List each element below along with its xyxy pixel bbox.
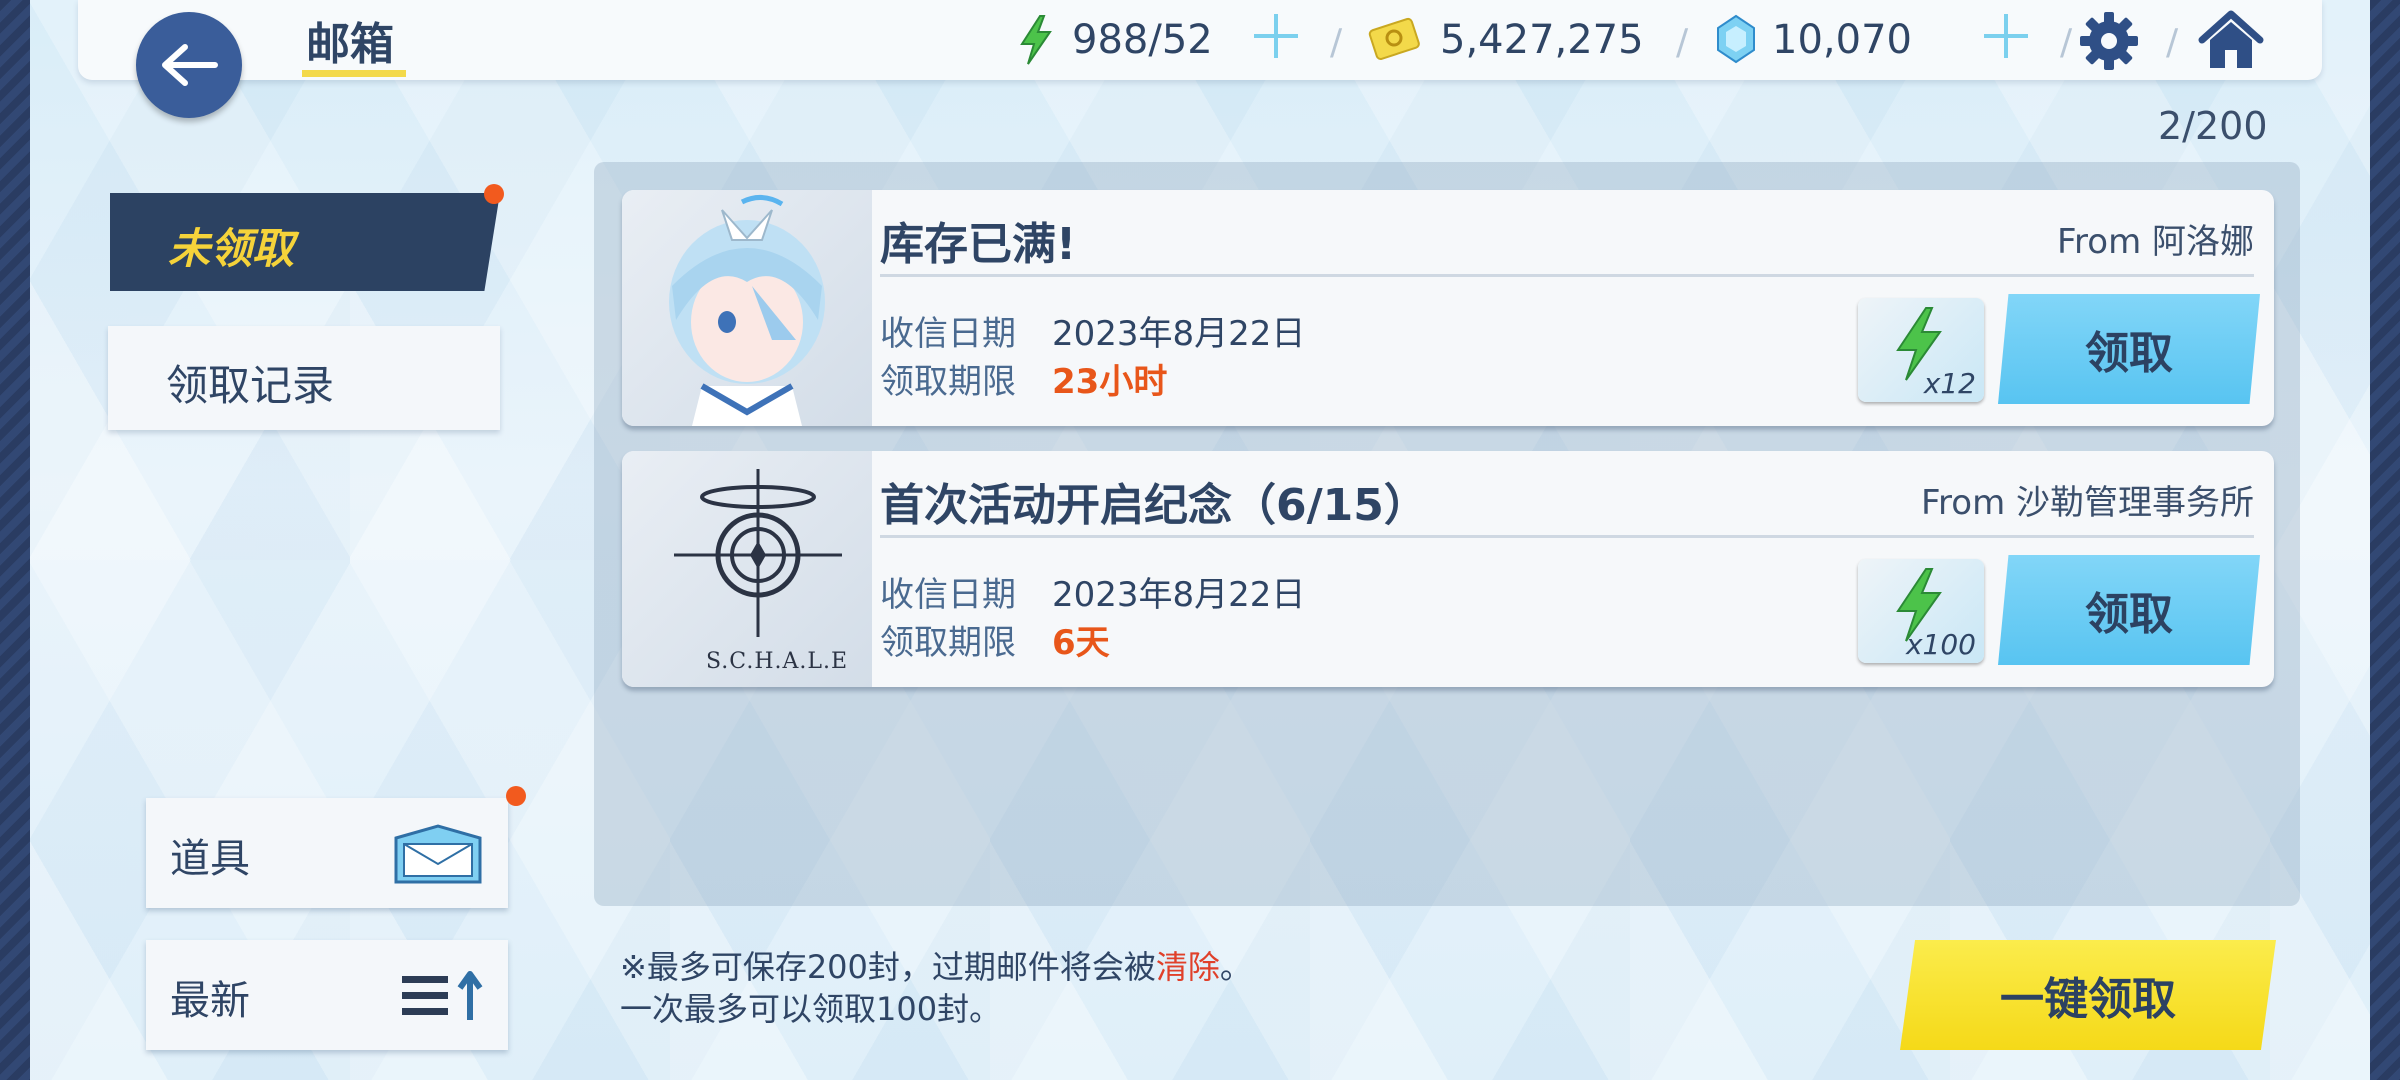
sender-avatar (622, 190, 872, 426)
mail-subject: 库存已满! (880, 219, 1077, 270)
add-energy-button[interactable] (1250, 10, 1302, 62)
mailbox-screen: 邮箱 988/52 / 5,427,275 / 10,070 / / 2/200… (30, 0, 2370, 1080)
claim-button[interactable]: 领取 (1998, 294, 2260, 404)
deadline-label: 领取期限 (880, 362, 1016, 402)
divider (880, 535, 2254, 538)
mail-sender: From 沙勒管理事务所 (1920, 483, 2254, 523)
reward-item[interactable]: x100 (1858, 559, 1984, 663)
received-date-label: 收信日期 (880, 575, 1016, 615)
note-line1-end: 。 (1219, 948, 1252, 986)
home-icon[interactable] (2198, 10, 2264, 70)
gems-value: 10,070 (1772, 17, 1912, 63)
mail-item[interactable]: 库存已满! From 阿洛娜 收信日期 2023年8月22日 领取期限 23小时… (622, 190, 2274, 426)
tab-unclaimed-label: 未领取 (168, 224, 295, 273)
deadline-label: 领取期限 (880, 623, 1016, 663)
divider: / (1330, 22, 1343, 63)
credits-value: 5,427,275 (1440, 17, 1644, 63)
mail-item[interactable]: S.C.H.A.L.E 首次活动开启纪念（6/15） From 沙勒管理事务所 … (622, 451, 2274, 687)
sender-avatar: S.C.H.A.L.E (622, 451, 872, 687)
credits-icon (1368, 17, 1420, 60)
energy-icon (1020, 15, 1052, 65)
sort-label: 最新 (170, 978, 250, 1024)
title-underline (302, 70, 406, 77)
back-arrow-icon (162, 44, 218, 86)
sort-button[interactable]: 最新 (146, 940, 508, 1050)
schale-logo-text: S.C.H.A.L.E (706, 649, 849, 674)
received-date-label: 收信日期 (880, 314, 1016, 354)
tab-claim-history[interactable]: 领取记录 (108, 326, 500, 430)
notification-dot (484, 184, 504, 204)
note-highlight: 清除 (1155, 948, 1220, 986)
received-date: 2023年8月22日 (1052, 314, 1306, 354)
claim-all-button[interactable]: 一键领取 (1900, 940, 2276, 1050)
mail-limit-note: ※最多可保存200封，过期邮件将会被清除。 一次最多可以领取100封。 (620, 946, 1252, 1030)
claim-button[interactable]: 领取 (1998, 555, 2260, 665)
notification-dot (506, 786, 526, 806)
divider: / (2060, 22, 2073, 63)
right-border (2370, 0, 2400, 1080)
mail-count: 2/200 (2158, 104, 2268, 148)
gem-icon (1717, 14, 1755, 64)
back-button[interactable] (136, 12, 242, 118)
items-button[interactable]: 道具 (146, 798, 508, 908)
items-label: 道具 (170, 836, 250, 882)
page-title: 邮箱 (306, 19, 394, 70)
deadline-value: 23小时 (1052, 362, 1168, 402)
divider (880, 274, 2254, 277)
add-gems-button[interactable] (1980, 10, 2032, 62)
left-border (0, 0, 30, 1080)
divider: / (2166, 22, 2179, 63)
reward-item[interactable]: x12 (1858, 298, 1984, 402)
reward-quantity: x100 (1905, 628, 1976, 661)
note-line1: ※最多可保存200封，过期邮件将会被 (620, 948, 1156, 986)
reward-quantity: x12 (1923, 367, 1976, 400)
sort-ascending-icon (402, 971, 483, 1020)
deadline-value: 6天 (1052, 623, 1110, 663)
arona-portrait-icon (669, 195, 825, 426)
mail-sender: From 阿洛娜 (2056, 222, 2254, 262)
tab-unclaimed[interactable]: 未领取 (110, 193, 500, 291)
energy-value: 988/52 (1072, 17, 1213, 63)
divider: / (1676, 22, 1689, 63)
tab-claim-history-label: 领取记录 (166, 361, 335, 410)
mail-subject: 首次活动开启纪念（6/15） (880, 480, 1428, 531)
settings-gear-icon[interactable] (2078, 10, 2140, 72)
item-box-icon (394, 824, 482, 884)
received-date: 2023年8月22日 (1052, 575, 1306, 615)
note-line2: 一次最多可以领取100封。 (620, 990, 1002, 1028)
